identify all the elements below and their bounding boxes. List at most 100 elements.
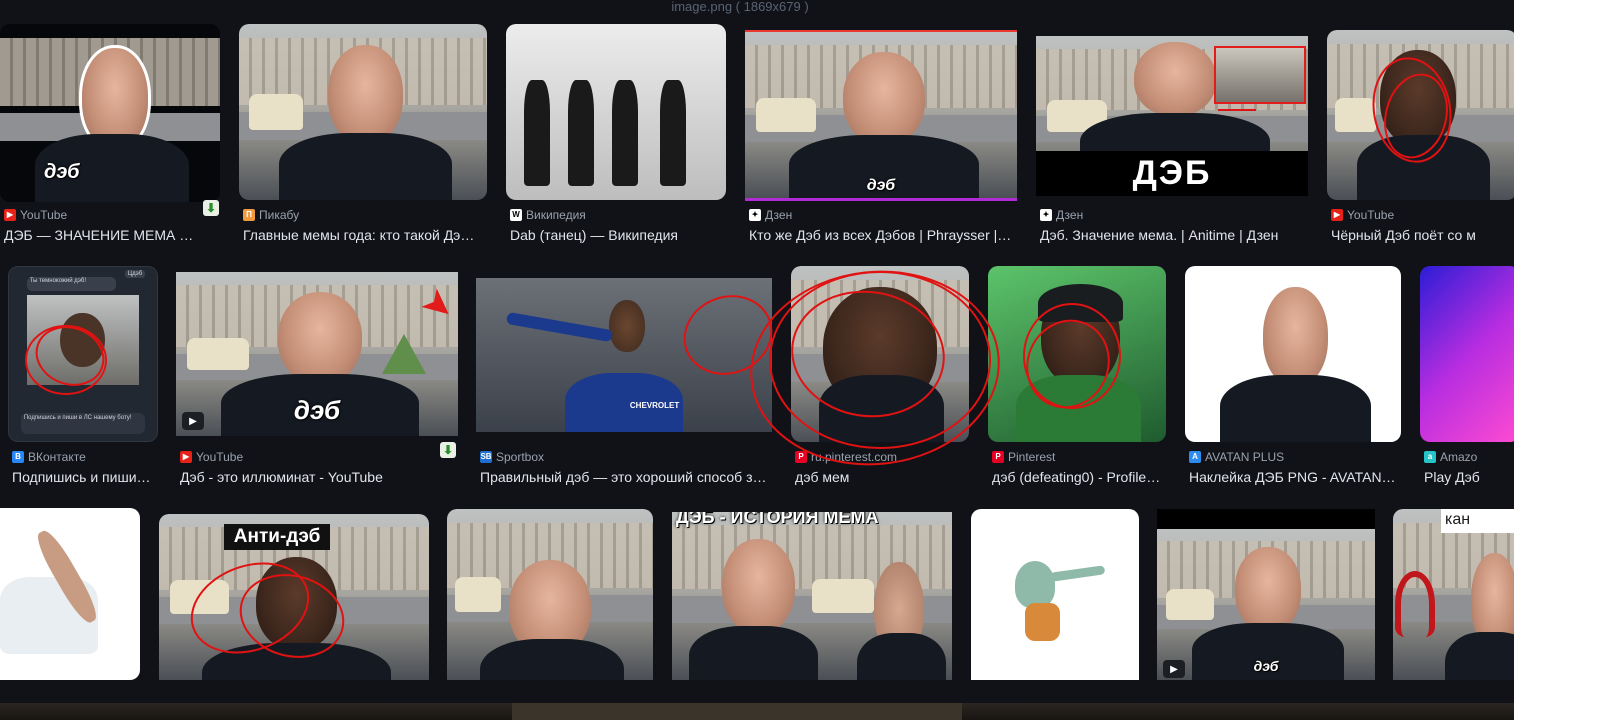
result-thumbnail[interactable]	[506, 24, 726, 200]
bottom-strip	[0, 703, 1514, 720]
result-title[interactable]: Кто же Дэб из всех Дэбов | Phrаysser |…	[749, 226, 1017, 244]
result-title[interactable]: Чёрный Дэб поёт со м	[1331, 226, 1514, 244]
result-card[interactable]: кан	[1393, 509, 1514, 680]
result-card[interactable]: P ru.pinterest.com дэб мем	[791, 266, 969, 490]
result-thumbnail[interactable]: дэб	[745, 30, 1017, 201]
beanie	[1037, 283, 1124, 323]
result-source[interactable]: P ru.pinterest.com	[795, 450, 897, 464]
result-thumbnail[interactable]: Анти-дэб	[159, 514, 429, 680]
result-card[interactable]: CHEVROLET SB Sportbox Правильный дэб — э…	[476, 266, 772, 490]
result-title[interactable]: Наклейка ДЭБ PNG - AVATAN…	[1189, 468, 1401, 486]
result-title[interactable]: Дэб. Значение мема. | Anitime | Дзен	[1040, 226, 1308, 244]
thumbnail-caption: дэб	[1253, 657, 1279, 674]
amazon-icon: a	[1424, 451, 1436, 463]
result-thumbnail[interactable]	[988, 266, 1166, 442]
result-thumbnail[interactable]: Ты темнокожий дэб! Цдэб Подпишись и пиши…	[8, 266, 158, 442]
image-results-panel: image.png ( 1869x679 ) дэб ⬇ ▶ YouTube Д…	[0, 0, 1514, 720]
result-source[interactable]: ▶ YouTube	[1331, 208, 1394, 222]
source-name: ВКонтакте	[28, 450, 86, 464]
result-source[interactable]: A AVATAN PLUS	[1189, 450, 1284, 464]
result-title[interactable]: ДЭБ — ЗНАЧЕНИЕ МЕМА …	[4, 226, 220, 244]
result-source[interactable]: П Пикабу	[243, 208, 299, 222]
source-name: Amazo	[1440, 450, 1478, 464]
result-thumbnail[interactable]: ДЭБ - ИСТОРИЯ МЕМА	[672, 512, 952, 680]
result-thumbnail[interactable]	[0, 508, 140, 680]
result-title[interactable]: Dab (танец) — Википедия	[510, 226, 726, 244]
result-thumbnail[interactable]: дэб	[0, 24, 220, 202]
result-source[interactable]: В ВКонтакте	[12, 450, 86, 464]
result-source[interactable]: ✦ Дзен	[749, 208, 792, 222]
pinterest-icon: P	[795, 451, 807, 463]
result-thumbnail[interactable]	[971, 509, 1139, 680]
result-card[interactable]: P Pinterest дэб (defeating0) - Profile…	[988, 266, 1166, 490]
thumbnail-caption: дэб	[293, 395, 341, 426]
result-card[interactable]: W Википедия Dab (танец) — Википедия	[506, 24, 726, 248]
download-icon[interactable]: ⬇	[440, 442, 456, 458]
result-thumbnail[interactable]	[1185, 266, 1401, 442]
result-title[interactable]: Правильный дэб — это хороший способ з…	[480, 468, 772, 486]
source-name: Sportbox	[496, 450, 545, 464]
result-thumbnail[interactable]: дэб ▶	[1157, 509, 1375, 680]
result-card[interactable]: A AVATAN PLUS Наклейка ДЭБ PNG - AVATAN…	[1185, 266, 1401, 490]
arm	[505, 311, 613, 343]
play-icon[interactable]: ▶	[182, 412, 204, 430]
result-title[interactable]: дэб (defeating0) - Profile…	[992, 468, 1166, 486]
result-title[interactable]: дэб мем	[795, 468, 969, 486]
source-name: Дзен	[765, 208, 793, 222]
result-card[interactable]: дэб ✦ Дзен Кто же Дэб из всех Дэбов | Ph…	[745, 24, 1017, 248]
result-card[interactable]: ▶ YouTube Чёрный Дэб поёт со м	[1327, 24, 1514, 248]
result-card[interactable]: ДЭБ - ИСТОРИЯ МЕМА	[672, 512, 952, 680]
result-thumbnail[interactable]	[791, 266, 969, 442]
result-thumbnail[interactable]: ➤ дэб ▶	[176, 272, 458, 436]
source-name: AVATAN PLUS	[1205, 450, 1285, 464]
play-icon[interactable]: ▶	[1163, 660, 1185, 678]
dzen-icon: ✦	[749, 209, 761, 221]
result-thumbnail[interactable]: ДЭБ	[1036, 36, 1308, 196]
result-card[interactable]	[971, 509, 1139, 680]
result-title[interactable]: Главные мемы года: кто такой Дэ…	[243, 226, 487, 244]
download-icon[interactable]: ⬇	[203, 200, 219, 216]
source-name: ru.pinterest.com	[811, 450, 898, 464]
result-card[interactable]: a Amazo Play Дэб	[1420, 266, 1514, 490]
result-thumbnail[interactable]	[1420, 266, 1514, 442]
result-thumbnail[interactable]	[239, 24, 487, 200]
result-card[interactable]: Анти-дэб	[159, 514, 429, 680]
chat-bubble: Ты темнокожий дэб!	[26, 277, 116, 292]
result-source[interactable]: P Pinterest	[992, 450, 1055, 464]
result-source[interactable]: SB Sportbox	[480, 450, 544, 464]
result-card[interactable]: ➤ дэб ▶ ⬇ ▶ YouTube Дэб - это иллюминат …	[176, 266, 458, 490]
youtube-icon: ▶	[180, 451, 192, 463]
pinterest-icon: P	[992, 451, 1004, 463]
source-name: YouTube	[1347, 208, 1395, 222]
shirt-logo: CHEVROLET	[629, 401, 680, 411]
result-source[interactable]: ▶ YouTube	[180, 450, 243, 464]
result-card[interactable]	[0, 508, 140, 680]
result-title[interactable]: Дэб - это иллюминат - YouTube	[180, 468, 458, 486]
result-thumbnail[interactable]	[447, 509, 653, 680]
pyramid-icon	[381, 334, 426, 375]
chat-input-preview: Подпишись и пиши в ЛС нашему боту!	[20, 413, 146, 435]
result-card[interactable]: ДЭБ ✦ Дзен Дэб. Значение мема. | Anitime…	[1036, 24, 1308, 248]
result-thumbnail[interactable]: CHEVROLET	[476, 278, 772, 432]
result-card[interactable]: дэб ▶	[1157, 509, 1375, 680]
result-card[interactable]: П Пикабу Главные мемы года: кто такой Дэ…	[239, 24, 487, 248]
result-card[interactable]: Ты темнокожий дэб! Цдэб Подпишись и пиши…	[8, 266, 158, 490]
source-name: YouTube	[20, 208, 68, 222]
inset-frame	[1214, 46, 1306, 104]
result-card[interactable]: дэб ⬇ ▶ YouTube ДЭБ — ЗНАЧЕНИЕ МЕМА …	[0, 24, 220, 248]
squidward-figure	[1005, 552, 1106, 646]
result-source[interactable]: W Википедия	[510, 208, 586, 222]
result-thumbnail[interactable]: кан	[1393, 509, 1514, 680]
result-source[interactable]: ▶ YouTube	[4, 208, 67, 222]
youtube-icon: ▶	[1331, 209, 1343, 221]
thumbnail-caption: ДЭБ	[1132, 154, 1212, 193]
result-thumbnail[interactable]	[1327, 30, 1514, 200]
avatan-icon: A	[1189, 451, 1201, 463]
result-source[interactable]: a Amazo	[1424, 450, 1477, 464]
result-title[interactable]: Подпишись и пиши…	[12, 468, 158, 486]
chat-tag: Цдэб	[124, 270, 146, 279]
result-title[interactable]: Play Дэб	[1424, 468, 1514, 486]
result-card[interactable]	[447, 509, 653, 680]
result-source[interactable]: ✦ Дзен	[1040, 208, 1083, 222]
dzen-icon: ✦	[1040, 209, 1052, 221]
